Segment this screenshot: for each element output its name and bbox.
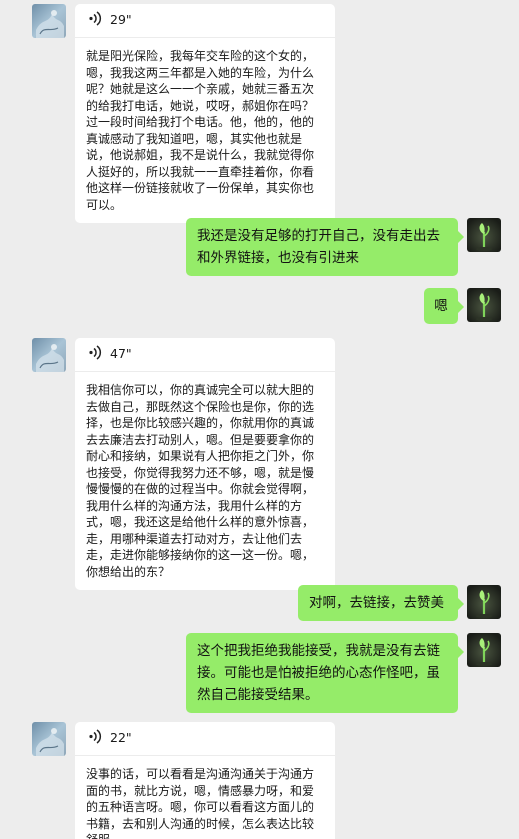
self-avatar[interactable]: [467, 288, 501, 322]
contact-avatar[interactable]: [32, 338, 66, 372]
voice-play-row[interactable]: 22": [86, 722, 324, 755]
voice-wave-icon: [89, 11, 102, 31]
voice-play-row[interactable]: 47": [86, 338, 324, 371]
self-avatar[interactable]: [467, 633, 501, 667]
text-message-bubble[interactable]: 对啊，去链接，去赞美: [298, 585, 464, 621]
voice-transcript: 就是阳光保险，我每年交车险的这个女的，嗯，我我这两三年都是入她的车险，为什么呢？…: [86, 49, 315, 212]
voice-wave-icon: [89, 729, 102, 749]
voice-duration: 47": [110, 346, 132, 362]
text-message-bubble[interactable]: 这个把我拒绝我能接受，我就是没有去链接。可能也是怕被拒绝的心态作怪吧，虽然自己能…: [186, 633, 464, 713]
voice-message-bubble[interactable]: 22" 没事的话，可以看看是沟通沟通关于沟通方面的书，就比方说，嗯，情感暴力呀，…: [75, 722, 335, 839]
contact-avatar[interactable]: [32, 4, 66, 38]
text-message-bubble[interactable]: 嗯: [424, 288, 464, 324]
voice-wave-icon: [89, 345, 102, 365]
voice-message-bubble[interactable]: 29" 就是阳光保险，我每年交车险的这个女的，嗯，我我这两三年都是入她的车险，为…: [75, 4, 335, 223]
contact-avatar[interactable]: [32, 722, 66, 756]
voice-duration: 22": [110, 730, 132, 746]
self-avatar[interactable]: [467, 218, 501, 252]
voice-transcript: 我相信你可以，你的真诚完全可以就大胆的去做自己，那既然这个保险也是你，你的选择，…: [86, 383, 315, 579]
text-message-bubble[interactable]: 我还是没有足够的打开自己，没有走出去和外界链接，也没有引进来: [186, 218, 464, 276]
self-avatar[interactable]: [467, 585, 501, 619]
voice-duration: 29": [110, 12, 132, 28]
voice-play-row[interactable]: 29": [86, 4, 324, 37]
voice-transcript: 没事的话，可以看看是沟通沟通关于沟通方面的书，就比方说，嗯，情感暴力呀，和爱的五…: [86, 767, 315, 839]
voice-message-bubble[interactable]: 47" 我相信你可以，你的真诚完全可以就大胆的去做自己，那既然这个保险也是你，你…: [75, 338, 335, 590]
